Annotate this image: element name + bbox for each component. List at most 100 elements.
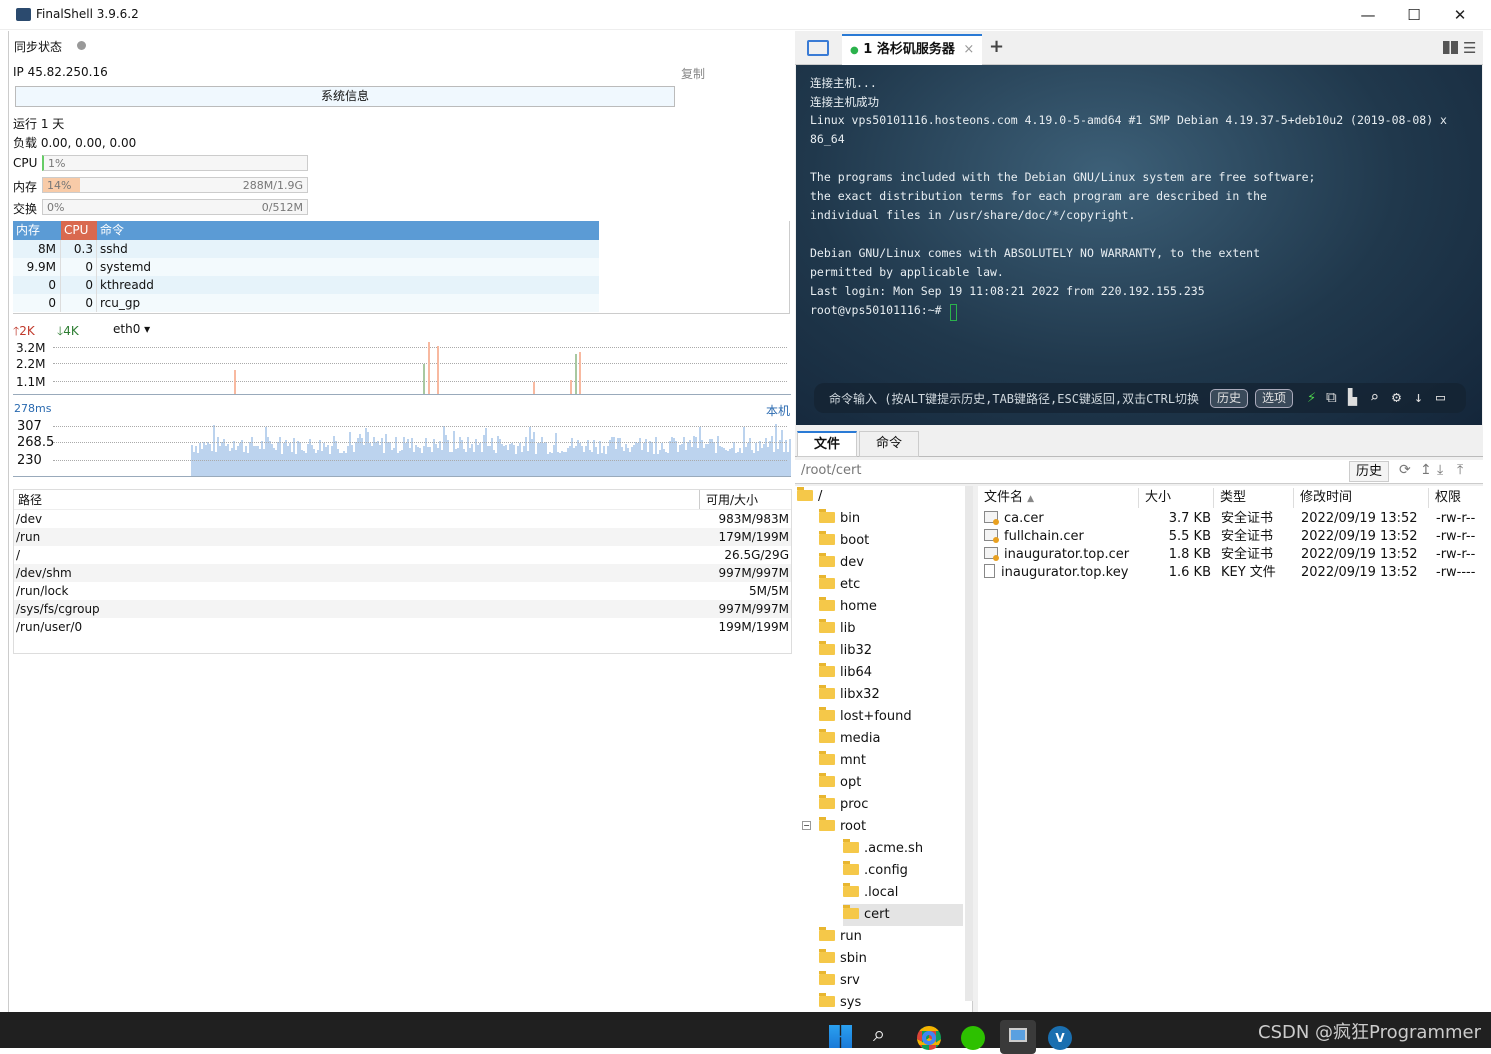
tree-item-local[interactable]: .local <box>843 882 898 904</box>
path-header[interactable]: 路径 <box>18 490 42 509</box>
file-name: ca.cer <box>1004 511 1044 526</box>
parent-dir-icon[interactable]: ↥ <box>1420 462 1432 478</box>
tree-item-lib[interactable]: lib <box>819 618 855 640</box>
copy-ip-button[interactable]: 复制 <box>681 65 705 82</box>
disk-row[interactable]: /dev 983M/983M <box>14 510 791 528</box>
tree-item-home[interactable]: home <box>819 596 877 618</box>
maximize-terminal-icon[interactable]: ▭ <box>1436 388 1445 406</box>
tree-item-lib32[interactable]: lib32 <box>819 640 872 662</box>
file-row[interactable]: ca.cer 3.7 KB 安全证书 2022/09/19 13:52 -rw-r-- <box>978 510 1483 528</box>
available-size-header[interactable]: 可用/大小 <box>699 490 787 509</box>
folder-icon <box>819 619 835 633</box>
tree-scrollbar[interactable] <box>965 486 973 1001</box>
directory-tree: / bin boot dev etc home lib lib32 lib64 libx32 los… <box>795 486 973 1012</box>
download-icon[interactable]: ⤓ <box>1437 462 1443 478</box>
tree-item-media[interactable]: media <box>819 728 881 750</box>
disk-row[interactable]: /run/user/0 199M/199M <box>14 618 791 636</box>
net-spike <box>437 346 439 394</box>
tree-item-sys[interactable]: sys <box>819 992 861 1012</box>
sort-by-cpu-header[interactable]: CPU <box>61 221 97 240</box>
command-input-hint[interactable]: 命令输入 (按ALT键提示历史,TAB键路径,ESC键返回,双击CTRL切换 <box>829 390 1199 407</box>
tree-item-acmesh[interactable]: .acme.sh <box>843 838 923 860</box>
finalshell-taskbar-button[interactable] <box>1000 1020 1036 1054</box>
process-row[interactable]: 0 0 rcu_gp <box>13 294 599 312</box>
disk-row[interactable]: /sys/fs/cgroup 997M/997M <box>14 600 791 618</box>
maximize-button[interactable]: ☐ <box>1391 0 1437 30</box>
tree-item-run[interactable]: run <box>819 926 862 948</box>
tab-files[interactable]: 文件 <box>797 431 857 457</box>
vpn-app-icon[interactable]: V <box>1048 1026 1072 1050</box>
tree-item-libx32[interactable]: libx32 <box>819 684 880 706</box>
disk-row[interactable]: /dev/shm 997M/997M <box>14 564 791 582</box>
sort-by-memory-header[interactable]: 内存 <box>13 221 61 240</box>
terminal[interactable]: 连接主机... 连接主机成功 Linux vps50101116.hosteons.… <box>796 65 1482 425</box>
search-icon[interactable]: ⌕ <box>1370 388 1379 406</box>
process-row[interactable]: 8M 0.3 sshd <box>13 240 599 258</box>
type-header[interactable]: 类型 <box>1214 488 1294 508</box>
tree-item-mnt[interactable]: mnt <box>819 750 866 772</box>
path-history-button[interactable]: 历史 <box>1349 461 1389 482</box>
tree-item-config[interactable]: .config <box>843 860 908 882</box>
tree-item-lib64[interactable]: lib64 <box>819 662 872 684</box>
tree-item-[interactable]: / <box>797 486 822 508</box>
search-icon[interactable]: ⌕ <box>873 1022 885 1047</box>
gear-icon[interactable]: ⚙ <box>1392 388 1401 406</box>
close-button[interactable]: ✕ <box>1437 0 1483 30</box>
minimize-button[interactable]: — <box>1345 0 1391 30</box>
disk-row[interactable]: /run 179M/199M <box>14 528 791 546</box>
collapse-root-icon[interactable]: − <box>802 821 811 830</box>
command-input-bar[interactable]: 命令输入 (按ALT键提示历史,TAB键路径,ESC键返回,双击CTRL切换 历… <box>814 383 1466 413</box>
tree-item-opt[interactable]: opt <box>819 772 861 794</box>
disk-row[interactable]: /run/lock 5M/5M <box>14 582 791 600</box>
tree-item-boot[interactable]: boot <box>819 530 869 552</box>
upload-icon[interactable]: ⤒ <box>1457 462 1463 478</box>
start-windows-icon[interactable] <box>829 1025 852 1048</box>
disk-path: /dev <box>16 512 43 526</box>
disk-row[interactable]: / 26.5G/29G <box>14 546 791 564</box>
wechat-icon[interactable] <box>961 1026 985 1050</box>
ping-axis-tick: 307 <box>17 419 42 434</box>
terminal-line: permitted by applicable law. <box>810 265 1004 279</box>
net-spike <box>579 352 581 394</box>
tree-item-srv[interactable]: srv <box>819 970 860 992</box>
tree-item-lostfound[interactable]: lost+found <box>819 706 912 728</box>
permission-header[interactable]: 权限 <box>1429 488 1483 508</box>
process-row[interactable]: 0 0 kthreadd <box>13 276 599 294</box>
close-tab-icon[interactable]: × <box>963 42 974 57</box>
folder-open-icon[interactable] <box>807 40 829 56</box>
file-row[interactable]: inaugurator.top.key 1.6 KB KEY 文件 2022/09/1… <box>978 564 1483 582</box>
csdn-watermark: CSDN @疯狂Programmer <box>1258 1022 1481 1043</box>
command-header[interactable]: 命令 <box>97 221 124 240</box>
filename-header[interactable]: 文件名 ▲ <box>978 488 1139 508</box>
session-tab-la-server[interactable]: ● 1 洛杉矶服务器 × <box>842 34 982 65</box>
tree-item-dev[interactable]: dev <box>819 552 864 574</box>
add-tab-button[interactable]: + <box>989 36 1004 57</box>
tree-item-sbin[interactable]: sbin <box>819 948 867 970</box>
scroll-down-icon[interactable]: ↓ <box>1414 388 1423 406</box>
file-row[interactable]: inaugurator.top.cer 1.8 KB 安全证书 2022/09/19 … <box>978 546 1483 564</box>
disk-path: /run <box>16 530 41 544</box>
process-row[interactable]: 9.9M 0 systemd <box>13 258 599 276</box>
tree-item-root[interactable]: root <box>819 816 866 838</box>
copy-icon[interactable]: ⧉ <box>1326 388 1337 406</box>
tree-item-cert[interactable]: cert <box>843 904 963 926</box>
tab-commands[interactable]: 命令 <box>859 431 919 457</box>
options-button[interactable]: 选项 <box>1255 389 1294 408</box>
command-history-button[interactable]: 历史 <box>1210 389 1249 408</box>
menu-icon[interactable]: ☰ <box>1463 39 1476 57</box>
tree-item-etc[interactable]: etc <box>819 574 860 596</box>
interface-dropdown[interactable]: eth0 ▾ <box>113 322 150 336</box>
chrome-icon[interactable] <box>917 1026 941 1050</box>
tree-item-proc[interactable]: proc <box>819 794 868 816</box>
refresh-icon[interactable]: ⟳ <box>1399 462 1411 478</box>
file-row[interactable]: fullchain.cer 5.5 KB 安全证书 2022/09/19 13:52 -… <box>978 528 1483 546</box>
modified-header[interactable]: 修改时间 <box>1294 488 1429 508</box>
size-header[interactable]: 大小 <box>1139 488 1214 508</box>
tree-item-bin[interactable]: bin <box>819 508 860 530</box>
lightning-icon[interactable]: ⚡ <box>1307 388 1316 406</box>
paste-icon[interactable]: ▙ <box>1348 388 1357 406</box>
grid-layout-icon[interactable] <box>1443 41 1458 54</box>
system-info-button[interactable]: 系统信息 <box>15 86 675 107</box>
current-path-input[interactable]: /root/cert <box>801 463 861 478</box>
tree-item-label: lost+found <box>840 709 912 724</box>
